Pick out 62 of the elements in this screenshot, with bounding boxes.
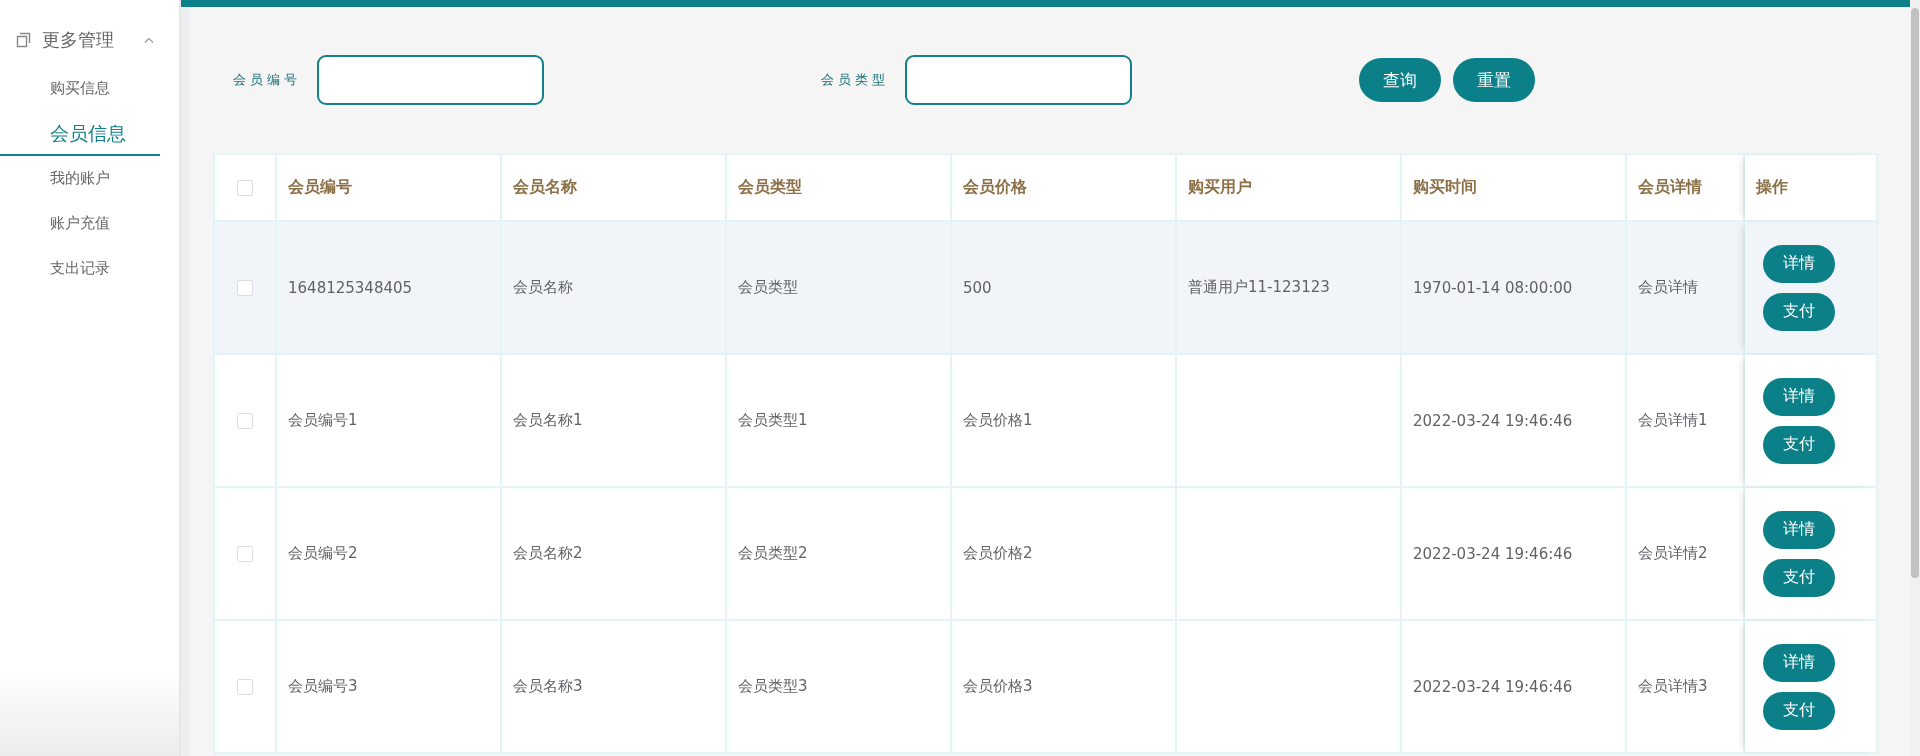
- details-button[interactable]: 详情: [1763, 643, 1835, 682]
- table-cell: 1648125348405: [288, 278, 413, 297]
- table-cell: 会员类型: [738, 278, 798, 297]
- input-field[interactable]: [317, 55, 544, 105]
- column-header: 会员编号: [277, 155, 502, 220]
- column-header: 会员名称: [502, 155, 727, 220]
- sidebar-item[interactable]: 支出记录: [0, 246, 160, 291]
- table-cell: 会员详情3: [1638, 677, 1708, 696]
- field-label: 会员编号: [233, 71, 301, 89]
- table-cell: 会员价格2: [963, 544, 1033, 563]
- pay-button[interactable]: 支付: [1763, 558, 1835, 597]
- table-cell: 普通用户11-123123: [1188, 278, 1330, 297]
- table-cell: 会员类型3: [738, 677, 808, 696]
- table-cell: 会员类型1: [738, 411, 808, 430]
- details-button[interactable]: 详情: [1763, 244, 1835, 283]
- checkbox[interactable]: [237, 412, 253, 429]
- table-cell: 会员价格3: [963, 677, 1033, 696]
- checkbox[interactable]: [237, 179, 253, 196]
- table-cell: 会员价格1: [963, 411, 1033, 430]
- table-cell: 会员类型2: [738, 544, 808, 563]
- menu-group[interactable]: 更多管理: [0, 26, 179, 54]
- table-cell: 1970-01-14 08:00:00: [1413, 278, 1573, 297]
- field-label: 会员类型: [821, 71, 889, 89]
- details-button[interactable]: 详情: [1763, 377, 1835, 416]
- column-header: 会员价格: [952, 155, 1177, 220]
- table-cell: 2022-03-24 19:46:46: [1413, 411, 1573, 430]
- pay-button[interactable]: 支付: [1763, 425, 1835, 464]
- column-header: 购买时间: [1402, 155, 1627, 220]
- table-cell: 会员详情1: [1638, 411, 1708, 430]
- column-header: 会员类型: [727, 155, 952, 220]
- input-field[interactable]: [905, 55, 1132, 105]
- table-cell: 会员名称3: [513, 677, 583, 696]
- table-cell: 会员名称1: [513, 411, 583, 430]
- table-cell: 会员编号1: [288, 411, 358, 430]
- column-header: 购买用户: [1177, 155, 1402, 220]
- table-cell: 会员编号3: [288, 677, 358, 696]
- search-button[interactable]: 查询: [1359, 58, 1441, 102]
- details-button[interactable]: 详情: [1763, 510, 1835, 549]
- column-header: 操作: [1745, 155, 1878, 220]
- table-cell: 会员编号2: [288, 544, 358, 563]
- reset-button[interactable]: 重置: [1453, 58, 1535, 102]
- table-cell: 会员详情: [1638, 278, 1698, 297]
- sidebar-item[interactable]: 我的账户: [0, 156, 160, 201]
- scrollbar-thumb[interactable]: [1911, 8, 1919, 578]
- scrollbar[interactable]: [1910, 0, 1920, 756]
- sidebar-item[interactable]: 会员信息: [0, 111, 160, 156]
- pay-button[interactable]: 支付: [1763, 292, 1835, 331]
- table-cell: 会员名称: [513, 278, 573, 297]
- copy-icon: [15, 31, 32, 49]
- column-header: 会员详情: [1627, 155, 1745, 220]
- table-cell: 会员名称2: [513, 544, 583, 563]
- table-cell: 2022-03-24 19:46:46: [1413, 677, 1573, 696]
- checkbox[interactable]: [237, 545, 253, 562]
- checkbox[interactable]: [237, 678, 253, 695]
- table-cell: 会员详情2: [1638, 544, 1708, 563]
- sidebar-item[interactable]: 账户充值: [0, 201, 160, 246]
- caret-icon: [144, 37, 154, 43]
- sidebar-item[interactable]: 购买信息: [0, 66, 160, 111]
- table-cell: 2022-03-24 19:46:46: [1413, 544, 1573, 563]
- table-cell: 500: [963, 278, 992, 297]
- checkbox[interactable]: [237, 279, 253, 296]
- pay-button[interactable]: 支付: [1763, 691, 1835, 730]
